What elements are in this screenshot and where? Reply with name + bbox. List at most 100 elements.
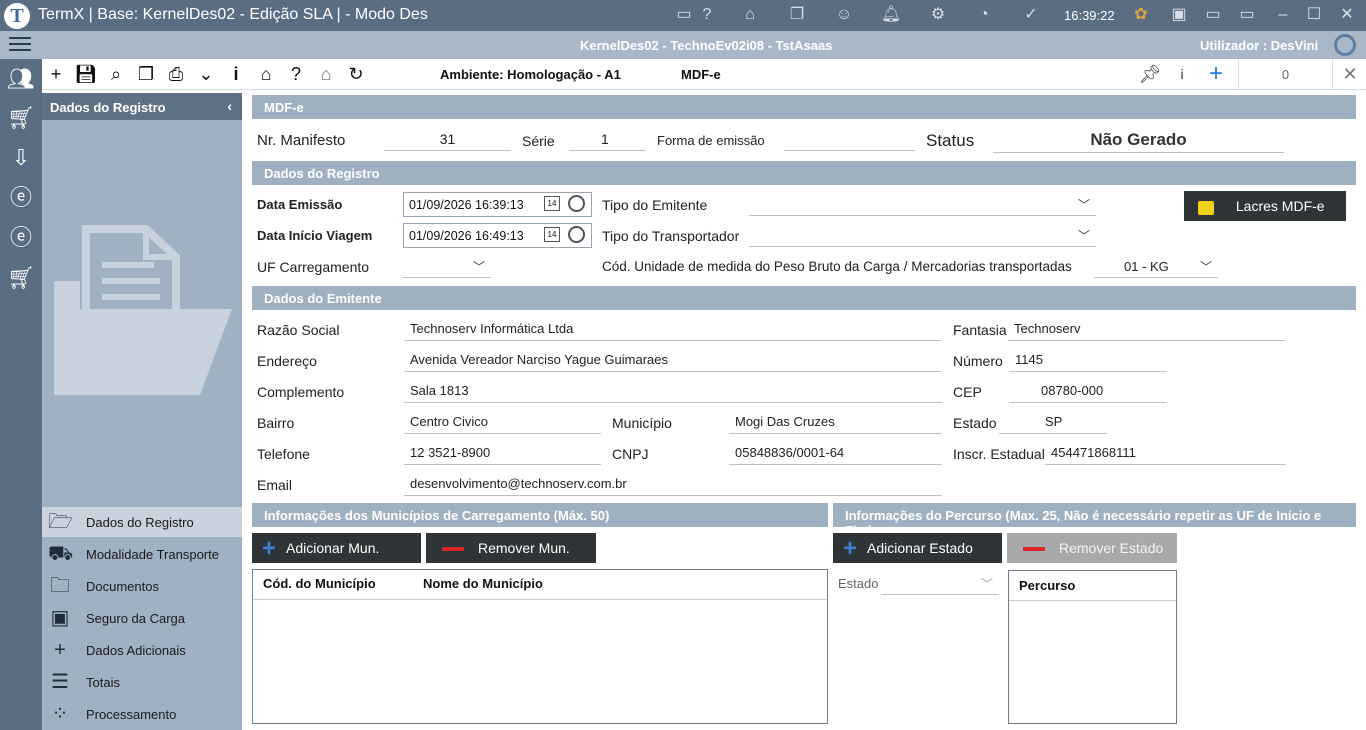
nr-manifesto-field[interactable]: 31 [384, 129, 511, 151]
clock: 16:39:22 [1064, 8, 1115, 23]
clock-icon[interactable] [568, 226, 585, 243]
colorwheel-icon[interactable]: ✿ [1130, 5, 1152, 25]
razao-social-field[interactable]: Technoserv Informática Ltda [404, 319, 942, 341]
complemento-field[interactable]: Sala 1813 [404, 381, 942, 403]
chevron-down-icon: ﹀ [1077, 229, 1090, 243]
cnpj-field[interactable]: 05848836/0001-64 [729, 443, 942, 465]
info-button[interactable]: i [1170, 63, 1194, 85]
dropdown-circle-icon[interactable]: ⌄ [194, 63, 218, 85]
fantasia-field[interactable]: Technoserv [1008, 319, 1286, 341]
folder-open-icon: 🗁︎ [48, 511, 73, 533]
inscr-estadual-field[interactable]: 454471868111 [1045, 443, 1286, 465]
left-panel: Dados do Registro ‹ 🗁︎ Dados do Registro… [42, 93, 242, 730]
section-municipios: Informações dos Municípios de Carregamen… [252, 503, 828, 527]
cart-t-icon[interactable]: 🛒︎ [4, 263, 38, 293]
help-icon[interactable]: ? [284, 63, 308, 85]
record-counter: 0 [1238, 59, 1333, 90]
close-icon[interactable]: ✕ [1338, 63, 1362, 85]
panel-header: Dados do Registro ‹ [42, 93, 242, 120]
monitor-small-icon[interactable]: ▭ [1202, 5, 1224, 25]
fantasia-label: Fantasia [953, 322, 1007, 338]
info-icon[interactable]: i [224, 63, 248, 85]
user-icon[interactable]: ☺ [833, 5, 855, 25]
pin-icon[interactable]: 📌︎ [1138, 63, 1162, 85]
cep-field[interactable]: 08780-000 [1009, 381, 1167, 403]
percurso-grid[interactable]: Percurso [1008, 570, 1177, 724]
calendar-icon[interactable]: 14 [544, 196, 560, 211]
nav-dados-adicionais[interactable]: + Dados Adicionais [42, 635, 242, 665]
map-e-icon[interactable]: ⓔ [4, 183, 38, 213]
complemento-label: Complemento [257, 384, 345, 400]
environment-info: KernelDes02 - TechnoEv02i08 - TstAsaas [580, 38, 833, 53]
razao-social-label: Razão Social [257, 322, 340, 338]
municipios-grid[interactable]: Cód. do Município Nome do Município [252, 569, 828, 724]
unidade-medida-select[interactable]: 01 - KG ﹀ [1094, 256, 1218, 278]
camera-icon[interactable]: ▣ [1168, 5, 1190, 25]
chevron-down-icon: ﹀ [472, 260, 485, 274]
safe-icon: ▣ [50, 607, 70, 629]
tipo-transportador-select[interactable]: ﹀ [749, 225, 1096, 247]
settings-icon[interactable]: ⚙ [927, 5, 949, 25]
bank-icon[interactable]: ⌂ [739, 5, 761, 25]
save-icon[interactable]: 💾︎ [74, 63, 98, 85]
minimize-icon[interactable]: – [1272, 5, 1294, 25]
maximize-icon[interactable]: ☐ [1303, 5, 1325, 25]
collapse-icon[interactable]: ‹ [227, 98, 232, 114]
new-icon[interactable]: + [44, 63, 68, 85]
map-e2-icon[interactable]: ⓔ [4, 223, 38, 253]
adicionar-estado-button[interactable]: + Adicionar Estado [833, 533, 1002, 563]
add-icon[interactable]: + [1204, 62, 1228, 86]
close-icon[interactable]: ✕ [1336, 5, 1358, 25]
nav-processamento[interactable]: ⁘ Processamento [42, 699, 242, 729]
serie-field[interactable]: 1 [569, 129, 646, 151]
nav-dados-registro[interactable]: 🗁︎ Dados do Registro [42, 507, 242, 537]
windows-icon[interactable]: ❐ [786, 5, 808, 25]
clock-icon[interactable] [568, 195, 585, 212]
institution-icon[interactable]: ⌂ [314, 63, 338, 85]
tipo-emitente-select[interactable]: ﹀ [749, 194, 1096, 216]
adicionar-municipio-button[interactable]: + Adicionar Mun. [252, 533, 421, 563]
email-field[interactable]: desenvolvimento@technoserv.com.br [404, 474, 942, 496]
cep-label: CEP [953, 384, 982, 400]
bairro-label: Bairro [257, 415, 295, 431]
cart-down-icon[interactable]: ⇩ [4, 143, 38, 173]
uf-carregamento-select[interactable]: ﹀ [403, 256, 491, 278]
remover-estado-button[interactable]: Remover Estado [1007, 533, 1177, 563]
nav-seguro-carga[interactable]: ▣ Seguro da Carga [42, 603, 242, 633]
endereco-field[interactable]: Avenida Vereador Narciso Yague Guimaraes [404, 350, 942, 372]
lacres-mdfe-button[interactable]: Lacres MDF-e [1184, 191, 1346, 221]
refresh-icon[interactable]: ↻ [344, 63, 368, 85]
chat-icon[interactable]: ◔ [973, 5, 995, 25]
nav-totais[interactable]: ☰ Totais [42, 667, 242, 697]
estado-percurso-select[interactable]: ﹀ [881, 573, 999, 595]
numero-field[interactable]: 1145 [1009, 350, 1167, 372]
monitor-icon[interactable]: ▭ [1236, 5, 1258, 25]
folder-documents-icon [54, 225, 232, 395]
data-inicio-field[interactable]: 01/09/2026 16:49:13 14 [403, 223, 592, 248]
municipio-field[interactable]: Mogi Das Cruzes [729, 412, 942, 434]
search-icon[interactable]: ⌕ [104, 63, 128, 85]
bairro-field[interactable]: Centro Civico [404, 412, 601, 434]
telefone-field[interactable]: 12 3521-8900 [404, 443, 601, 465]
hamburger-menu-icon[interactable] [9, 37, 31, 53]
bank-icon[interactable]: ⌂ [254, 63, 278, 85]
forma-emissao-field[interactable] [784, 129, 915, 151]
estado-field[interactable]: SP [999, 412, 1107, 434]
copy-icon[interactable]: ❐ [134, 63, 158, 85]
print-icon[interactable]: ⎙ [164, 63, 188, 85]
calendar-icon[interactable]: 14 [544, 227, 560, 242]
gear-icon[interactable] [1334, 34, 1356, 56]
title-bar: T TermX | Base: KernelDes02 - Edição SLA… [0, 0, 1366, 31]
nav-documentos[interactable]: 🗀︎ Documentos [42, 571, 242, 601]
data-emissao-field[interactable]: 01/09/2026 16:39:13 14 [403, 192, 592, 217]
bell-icon[interactable]: 🔔︎ [880, 5, 902, 25]
keyboard-icon[interactable]: ▭ [671, 5, 697, 25]
users-icon[interactable]: 👥︎ [4, 64, 38, 94]
help-icon[interactable]: ? [696, 5, 718, 25]
check-icon[interactable]: ✓ [1020, 5, 1042, 25]
remover-municipio-button[interactable]: Remover Mun. [426, 533, 596, 563]
nav-modalidade-transporte[interactable]: ⛟ Modalidade Transporte [42, 539, 242, 569]
cart-icon[interactable]: 🛒︎ [4, 103, 38, 133]
status-value: Não Gerado [993, 129, 1284, 153]
forma-emissao-label: Forma de emissão [657, 133, 765, 148]
